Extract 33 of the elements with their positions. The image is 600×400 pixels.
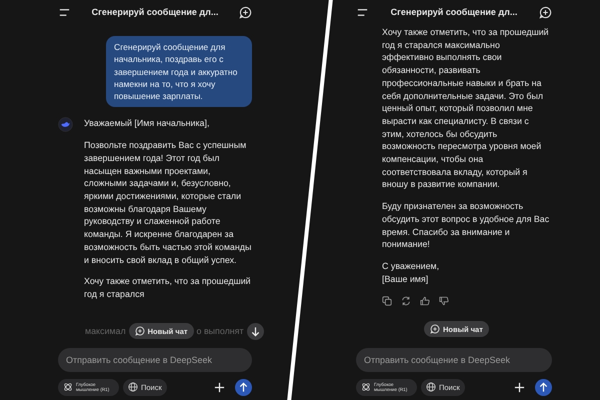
plus-icon[interactable]	[214, 382, 225, 392]
new-chat-icon[interactable]	[239, 6, 252, 18]
message-paragraph: Хочу также отметить, что за прошедший год я старался	[84, 275, 252, 301]
message-paragraph: Хочу также отметить, что за прошедший год я старался максимально эффективно выполнять свои обязанности, развивать профессиональные навыки и брать на себя дополнительные задачи. Это был ценный опыт, который позволил мне вырасти как специалисту. В связи с этим, хотелось бы обсудить возможность пересмотра уровня моей компенсации, чтобы она соответствовала вкладу, который я вношу в развитие компании.	[382, 26, 550, 192]
message-paragraph: Уважаемый [Имя начальника],	[84, 117, 210, 130]
globe-icon	[426, 382, 436, 392]
user-message-bubble: Сгенерируй сообщение для начальника, поздравь его с завершением года и аккуратно намекни на то, что я хочу повышение зарплаты.	[106, 36, 252, 108]
thumbs-down-icon[interactable]	[439, 296, 449, 306]
refresh-icon[interactable]	[401, 296, 411, 306]
plus-icon[interactable]	[514, 382, 525, 392]
arrow-up-icon	[238, 382, 249, 392]
globe-icon	[128, 382, 138, 392]
thumbs-up-icon[interactable]	[420, 296, 430, 306]
scroll-down-button[interactable]	[246, 322, 264, 340]
arrow-down-icon	[250, 326, 261, 336]
arrow-up-icon	[538, 382, 549, 392]
chat-title: Сгенерируй сообщение дл...	[92, 7, 218, 17]
new-chat-icon[interactable]	[539, 6, 552, 18]
message-paragraph: Позвольте поздравить Вас с успешным завершением года! Этот год был насыщен важными проектами, сложными задачами и, безусловно, яркими достижениями, которые стали возможны благодаря Вашему руководству и слаженной работе команды. Я искренне благодарен за возможность быть частью этой команды и вносить свой вклад в общий успех.	[84, 139, 252, 266]
copy-icon[interactable]	[382, 296, 392, 306]
send-button[interactable]	[535, 378, 552, 396]
atom-icon	[63, 382, 73, 392]
atom-icon	[361, 382, 371, 392]
message-paragraph: Буду признателен за возможность обсудить этот вопрос в удобное для Вас время. Спасибо за внимание и понимание!	[382, 200, 550, 251]
message-input-field[interactable]: Отправить сообщение в DeepSeek	[356, 348, 552, 372]
message-text: о выполнят	[196, 326, 244, 336]
chat-title: Сгенерируй сообщение дл...	[390, 7, 518, 17]
message-paragraph: С уважением, [Ваше имя]	[382, 260, 440, 286]
chat-plus-icon	[134, 326, 145, 336]
message-text: максимал	[85, 326, 126, 336]
message-input-field[interactable]: Отправить сообщение в DeepSeek	[58, 348, 252, 372]
chat-plus-icon	[430, 324, 440, 334]
send-button[interactable]	[235, 378, 252, 396]
